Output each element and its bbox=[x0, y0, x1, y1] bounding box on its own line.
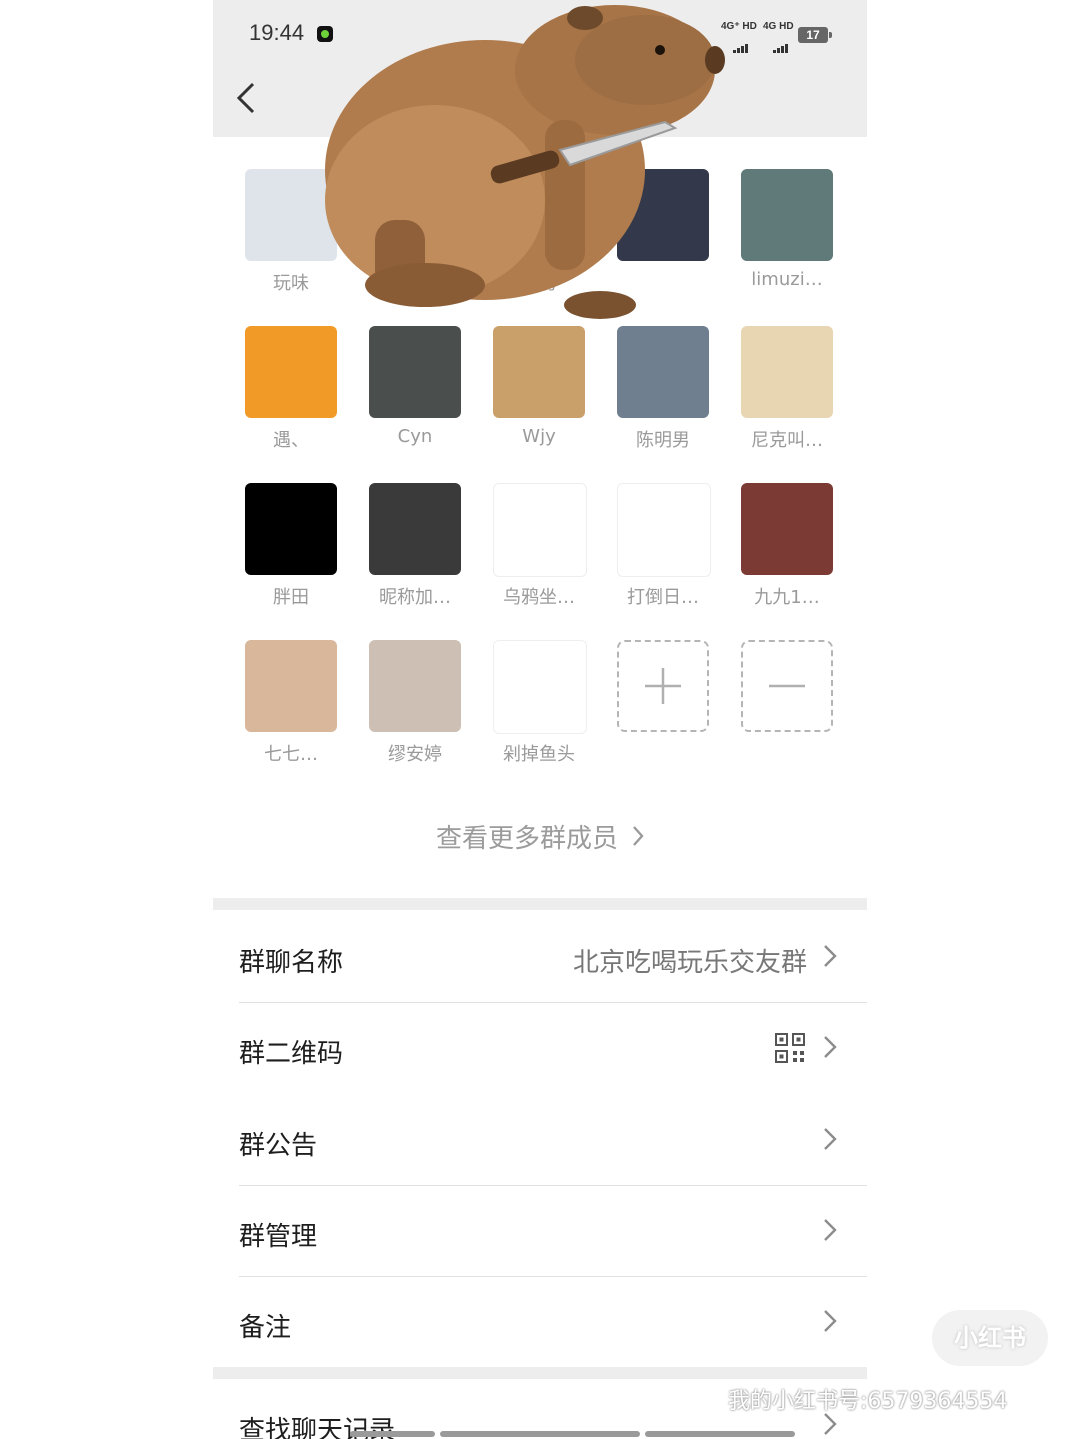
seaside-photo-avatar[interactable] bbox=[617, 326, 709, 418]
member-item[interactable] bbox=[585, 157, 709, 297]
member-item[interactable]: 打倒日… bbox=[585, 471, 711, 611]
anime-boy-avatar[interactable] bbox=[245, 169, 337, 261]
member-item[interactable]: 陈明男 bbox=[585, 314, 709, 454]
plus-icon bbox=[617, 640, 709, 732]
watermark-id: 我的小红书号:6579364554 bbox=[728, 1389, 1008, 1414]
dogs-avatar[interactable] bbox=[493, 326, 585, 418]
chevron-right-icon bbox=[824, 1219, 837, 1241]
chevron-right-icon bbox=[824, 1036, 837, 1058]
group-manage-label: 群管理 bbox=[239, 1222, 318, 1252]
group-qr-row[interactable]: 群二维码 bbox=[213, 1003, 867, 1093]
status-time: 19:44 bbox=[249, 20, 305, 45]
top-bar: 19:44 4G⁺ HD 4G HD 17 bbox=[213, 0, 867, 137]
member-item[interactable] bbox=[337, 157, 461, 297]
person-photo-avatar[interactable] bbox=[369, 483, 461, 575]
member-name: 尼克叫… bbox=[751, 430, 823, 451]
minus-icon bbox=[741, 640, 833, 732]
qr-code-icon bbox=[775, 1033, 805, 1063]
chevron-right-icon bbox=[824, 945, 837, 967]
back-button[interactable] bbox=[235, 80, 259, 116]
section-separator bbox=[213, 898, 867, 910]
view-more-members[interactable]: 查看更多群成员 bbox=[213, 818, 867, 855]
group-manage-row[interactable]: 群管理 bbox=[213, 1186, 867, 1276]
avatar[interactable] bbox=[617, 169, 709, 261]
cat-logo-avatar[interactable] bbox=[245, 483, 337, 575]
signal-icon bbox=[733, 34, 749, 53]
notification-icon bbox=[317, 26, 333, 42]
battery-icon: 17 bbox=[798, 27, 832, 43]
member-item[interactable]: 明男 bbox=[461, 157, 585, 297]
member-name: 九九1… bbox=[754, 587, 820, 608]
member-name: limuzi… bbox=[751, 269, 823, 290]
sketch-avatar[interactable] bbox=[493, 483, 587, 577]
remark-row[interactable]: 备注 bbox=[213, 1277, 867, 1367]
member-item[interactable]: Wjy bbox=[461, 314, 585, 454]
group-name-row[interactable]: 群聊名称 北京吃喝玩乐交友群 bbox=[213, 912, 867, 1002]
landscape-avatar[interactable] bbox=[741, 169, 833, 261]
nav-bar-segment bbox=[645, 1431, 795, 1437]
member-item[interactable]: 胖田 bbox=[213, 471, 337, 611]
nav-bar-segment bbox=[440, 1431, 640, 1437]
group-qr-label: 群二维码 bbox=[239, 1039, 344, 1069]
xiaohongshu-logo: 小红书 bbox=[932, 1310, 1048, 1366]
cartoon-girl-avatar[interactable] bbox=[245, 326, 337, 418]
remove-member-button[interactable] bbox=[709, 628, 833, 768]
illustrated-woman-avatar[interactable] bbox=[245, 640, 337, 732]
group-notice-label: 群公告 bbox=[239, 1131, 318, 1161]
sunset-avatar[interactable] bbox=[741, 483, 833, 575]
fox-avatar[interactable] bbox=[741, 326, 833, 418]
person-photo-avatar[interactable] bbox=[369, 326, 461, 418]
avatar[interactable] bbox=[493, 169, 585, 261]
member-item[interactable]: limuzi… bbox=[709, 157, 833, 297]
chevron-right-icon bbox=[824, 1128, 837, 1150]
member-item[interactable]: 七七… bbox=[213, 628, 337, 768]
remark-label: 备注 bbox=[239, 1313, 292, 1343]
chevron-right-icon bbox=[632, 824, 644, 854]
avatar[interactable] bbox=[369, 169, 461, 261]
view-more-label: 查看更多群成员 bbox=[435, 824, 618, 854]
member-item[interactable]: 九九1… bbox=[709, 471, 833, 611]
member-item[interactable]: 遇、 bbox=[213, 314, 337, 454]
chevron-left-icon bbox=[236, 82, 255, 114]
chevron-right-icon bbox=[824, 1310, 837, 1332]
member-item[interactable]: 尼克叫… bbox=[709, 314, 833, 454]
member-item[interactable]: 昵称加… bbox=[337, 471, 461, 611]
group-notice-row[interactable]: 群公告 bbox=[213, 1095, 867, 1185]
fish-avatar[interactable] bbox=[493, 640, 587, 734]
member-item[interactable]: 玩味 bbox=[213, 157, 337, 297]
section-separator bbox=[213, 1367, 867, 1379]
member-item[interactable]: 剁掉鱼头 bbox=[461, 628, 587, 768]
nav-bar-segment bbox=[350, 1431, 435, 1437]
cartoon-cat-avatar[interactable] bbox=[617, 483, 711, 577]
member-item[interactable]: 乌鸦坐… bbox=[461, 471, 587, 611]
member-item[interactable]: 缪安婷 bbox=[337, 628, 461, 768]
woman-photo-avatar[interactable] bbox=[369, 640, 461, 732]
phone-screen: 19:44 4G⁺ HD 4G HD 17 玩味 明男 limuzi… 遇、 Cyn Wj… bbox=[213, 0, 867, 1439]
member-item[interactable]: Cyn bbox=[337, 314, 461, 454]
group-name-label: 群聊名称 bbox=[239, 948, 344, 978]
network-label-1: 4G⁺ HD bbox=[721, 21, 757, 32]
signal-icon bbox=[773, 34, 789, 53]
chevron-right-icon bbox=[824, 1413, 837, 1435]
add-member-button[interactable] bbox=[585, 628, 709, 768]
network-label-2: 4G HD bbox=[763, 21, 794, 32]
group-name-value: 北京吃喝玩乐交友群 bbox=[572, 948, 807, 978]
